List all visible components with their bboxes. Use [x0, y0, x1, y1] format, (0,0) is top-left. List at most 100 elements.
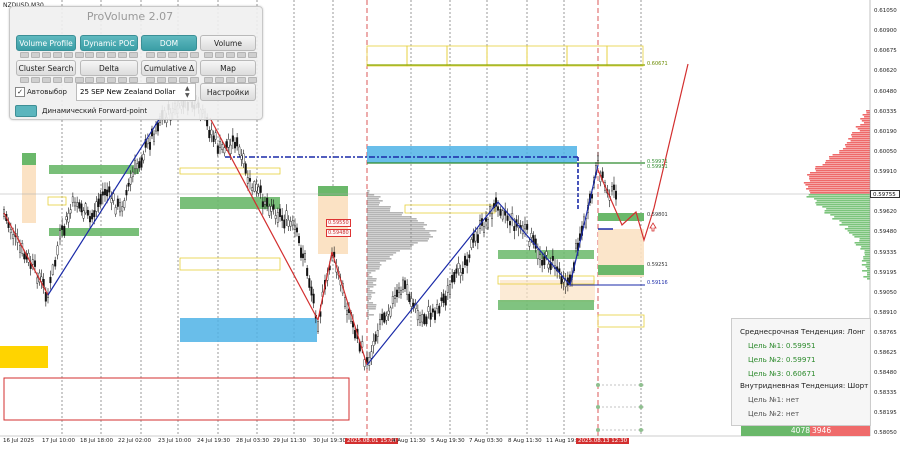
volume-button[interactable]: Volume: [200, 35, 256, 51]
profile-bar: [865, 250, 870, 252]
instrument-select[interactable]: 25 SEP New Zealand Dollar ▲ ▼: [76, 83, 196, 101]
candle-body: [157, 123, 159, 131]
cluster-search-button[interactable]: Cluster Search: [16, 60, 76, 76]
candle-body: [298, 236, 300, 243]
map-options[interactable]: [204, 77, 257, 82]
profile-bar: [863, 114, 870, 116]
settings-button[interactable]: Настройки: [200, 83, 256, 101]
price-tick-label: 0.60900: [874, 28, 900, 34]
price-tick-label: 0.59910: [874, 169, 900, 175]
price-tick-label: 0.58335: [874, 390, 900, 396]
candle-body: [245, 164, 247, 174]
profile-bar: [367, 236, 433, 238]
zone-orange-4: [500, 280, 595, 302]
auto-select[interactable]: ✓ Автовыбор: [15, 87, 67, 97]
profile-bar: [810, 172, 870, 174]
map-button[interactable]: Map: [200, 60, 256, 76]
profile-bar: [367, 304, 376, 306]
candle-body: [34, 261, 36, 267]
candle-body: [236, 138, 238, 147]
candle-body: [130, 177, 132, 184]
profile-bar: [367, 278, 377, 280]
current-price-badge: 0.59755: [870, 190, 900, 198]
volume-profile-options[interactable]: [20, 52, 84, 57]
candle-body: [283, 220, 285, 228]
profile-bar: [367, 286, 373, 288]
candle-body: [292, 221, 294, 225]
profile-bar: [805, 184, 870, 186]
profile-bar: [367, 316, 369, 318]
candle-body: [12, 234, 14, 238]
profile-bar: [842, 222, 870, 224]
price-tick-label: 0.59195: [874, 270, 900, 276]
dom-button[interactable]: DOM: [141, 35, 197, 51]
profile-bar: [367, 226, 423, 228]
candle-body: [451, 275, 453, 282]
candle-body: [438, 306, 440, 313]
profile-bar: [860, 248, 870, 250]
forward-point-switch[interactable]: [15, 105, 37, 117]
candle-body: [117, 199, 119, 207]
profile-bar: [367, 290, 372, 292]
delta-button[interactable]: Delta: [80, 60, 138, 76]
zone-red-outline: [4, 378, 349, 420]
select-spin-icon[interactable]: ▲ ▼: [185, 85, 193, 99]
candle-body: [104, 189, 106, 195]
candle-body: [354, 330, 356, 338]
dynamic-poc-options[interactable]: [85, 52, 138, 57]
dom-options[interactable]: [146, 52, 199, 57]
profile-bar: [826, 208, 870, 210]
profile-bar: [860, 130, 870, 132]
candle-body: [602, 172, 604, 178]
profile-bar: [367, 222, 424, 224]
cumulative-delta-button[interactable]: Cumulative Δ: [141, 60, 197, 76]
candle-body: [249, 178, 251, 181]
candle-body: [575, 244, 577, 249]
candle-body: [458, 263, 460, 268]
time-tick-label: 4 Aug 11:30: [392, 438, 426, 444]
price-tick-label: 0.59480: [874, 229, 900, 235]
profile-bar: [864, 116, 870, 118]
candle-body: [264, 201, 266, 204]
candle-body: [507, 216, 509, 221]
candle-body: [290, 221, 292, 226]
auto-select-checkbox[interactable]: ✓: [15, 87, 25, 97]
candle-body: [54, 260, 56, 266]
candle-body: [398, 288, 400, 293]
volume-profile-button[interactable]: Volume Profile: [16, 35, 76, 51]
profile-bar: [833, 154, 870, 156]
candle-body: [238, 147, 240, 154]
volume-options[interactable]: [204, 52, 257, 57]
profile-bar: [851, 134, 870, 136]
price-tick-label: 0.58625: [874, 350, 900, 356]
candle-body: [96, 202, 98, 212]
profile-bar: [367, 306, 376, 308]
profile-bar: [367, 296, 372, 298]
candle-body: [311, 287, 313, 295]
candle-body: [81, 204, 83, 212]
candle-body: [76, 203, 78, 207]
candle-body: [613, 185, 615, 190]
candle-body: [70, 210, 72, 213]
price-tick-label: 0.61050: [874, 8, 900, 14]
intraday-target-2: Цель №2: нет: [748, 409, 799, 418]
forward-point-toggle[interactable]: Динамический Forward-point: [15, 105, 147, 117]
dynamic-poc-button[interactable]: Dynamic POC: [80, 35, 138, 51]
cumulative-delta-options[interactable]: [146, 77, 199, 82]
profile-bar: [367, 258, 391, 260]
profile-bar: [860, 238, 870, 240]
candle-body: [541, 260, 543, 265]
profile-bar: [817, 200, 870, 202]
candle-body: [232, 136, 234, 142]
candle-body: [449, 285, 451, 294]
candle-body: [153, 134, 155, 141]
candle-body: [256, 184, 258, 191]
candle-body: [445, 296, 447, 305]
zigzag-blue-2: [367, 165, 598, 365]
profile-bar: [864, 252, 870, 254]
profile-bar: [848, 138, 870, 140]
profile-bar: [367, 216, 411, 218]
cluster-search-options[interactable]: [20, 77, 84, 82]
bottom-dashed-levels: [598, 385, 645, 430]
delta-options[interactable]: [85, 77, 138, 82]
